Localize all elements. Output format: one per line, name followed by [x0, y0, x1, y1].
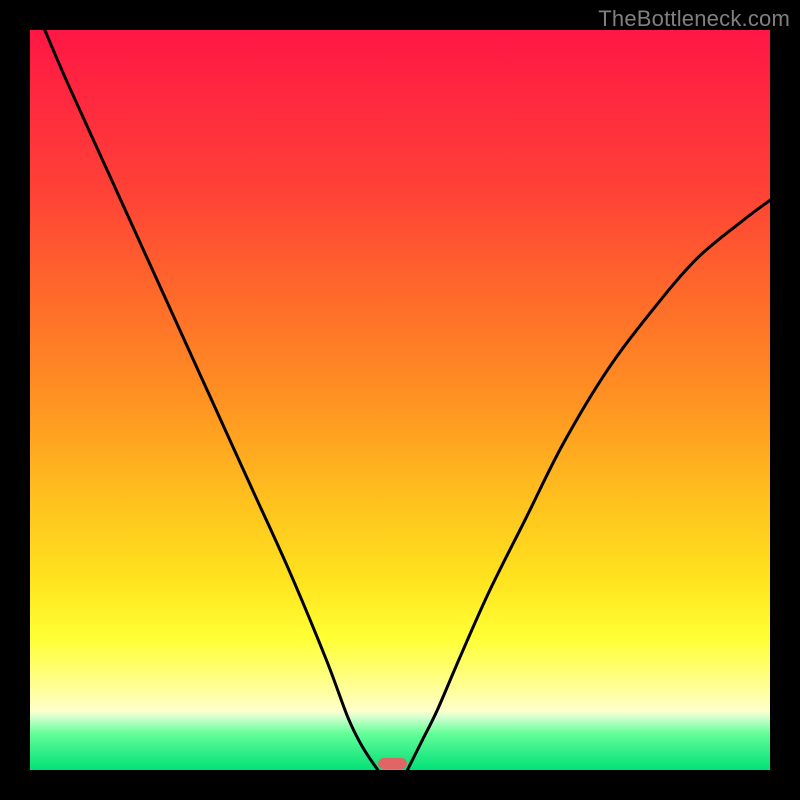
plot-area	[30, 30, 770, 770]
chart-frame: TheBottleneck.com	[0, 0, 800, 800]
bottleneck-curve	[30, 30, 770, 770]
curve-left-branch	[45, 30, 378, 770]
watermark-text: TheBottleneck.com	[598, 6, 790, 32]
curve-right-branch	[407, 200, 770, 770]
optimum-marker	[378, 758, 408, 769]
